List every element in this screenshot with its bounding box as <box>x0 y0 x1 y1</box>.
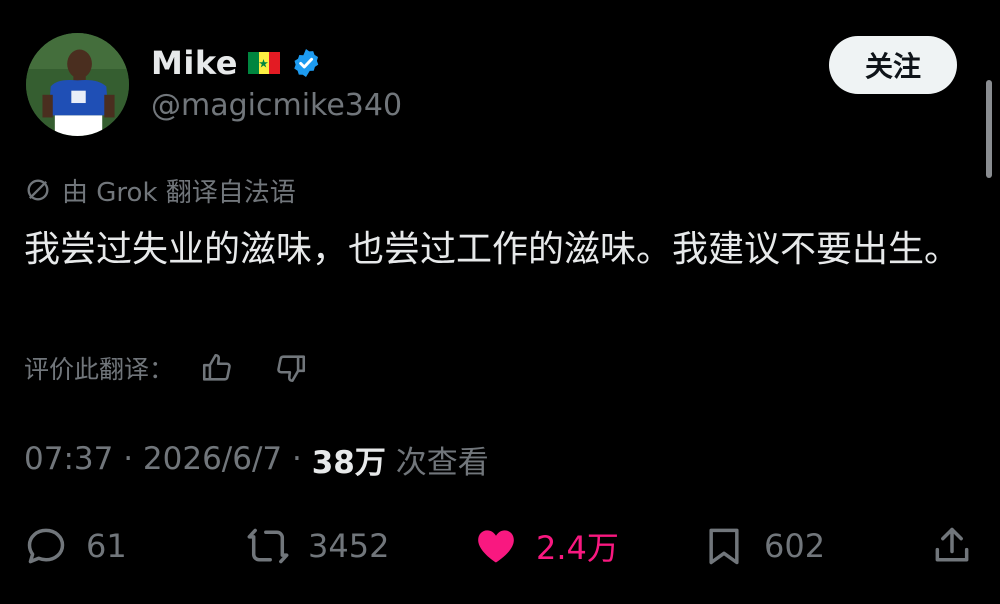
heart-icon <box>478 530 514 563</box>
translation-note-text: 由 Grok 翻译自法语 <box>62 177 296 208</box>
retweet-button[interactable]: 3452 <box>246 518 389 574</box>
retweet-count: 3452 <box>308 527 390 565</box>
thumbs-down-icon[interactable] <box>274 351 308 385</box>
author-name-row: Mike <box>151 40 322 86</box>
author-name[interactable]: Mike <box>151 44 238 82</box>
like-count: 2.4万 <box>536 529 619 567</box>
follow-button[interactable]: 关注 <box>829 36 957 94</box>
author-handle[interactable]: @magicmike340 <box>151 88 402 123</box>
bookmark-button[interactable]: 602 <box>702 518 825 574</box>
verified-badge-icon <box>294 49 319 77</box>
tweet-text: 我尝过失业的滋味，也尝过工作的滋味。我建议不要出生。 <box>24 229 961 270</box>
avatar[interactable] <box>26 33 129 136</box>
senegal-flag-icon <box>247 52 280 74</box>
view-count-suffix: 次查看 <box>385 444 489 481</box>
meta-separator: · <box>282 441 312 477</box>
tweet-time[interactable]: 07:37 <box>24 441 113 477</box>
tweet-meta: 07:37 · 2026/6/7 · 38万 次查看 <box>24 436 489 482</box>
bookmark-count: 602 <box>764 527 826 565</box>
thumbs-up-icon[interactable] <box>200 351 234 385</box>
tweet-date[interactable]: 2026/6/7 <box>143 441 282 477</box>
rate-translation-row: 评价此翻译： <box>24 346 308 390</box>
avatar-image <box>26 33 129 136</box>
retweet-icon <box>247 528 289 564</box>
translation-note: 由 Grok 翻译自法语 <box>24 170 296 210</box>
action-bar: 61 3452 2.4万 602 <box>0 518 1000 574</box>
reply-count: 61 <box>86 527 127 565</box>
reply-icon <box>27 528 65 564</box>
share-button[interactable] <box>930 518 974 574</box>
view-count: 38万 <box>311 444 386 481</box>
bookmark-icon <box>709 528 739 565</box>
share-icon <box>935 527 969 562</box>
like-button[interactable]: 2.4万 <box>474 518 619 574</box>
translate-icon <box>27 179 49 201</box>
reply-button[interactable]: 61 <box>24 518 127 574</box>
scrollbar[interactable] <box>986 80 992 178</box>
meta-separator: · <box>113 441 143 477</box>
rate-translation-label: 评价此翻译： <box>24 355 175 384</box>
